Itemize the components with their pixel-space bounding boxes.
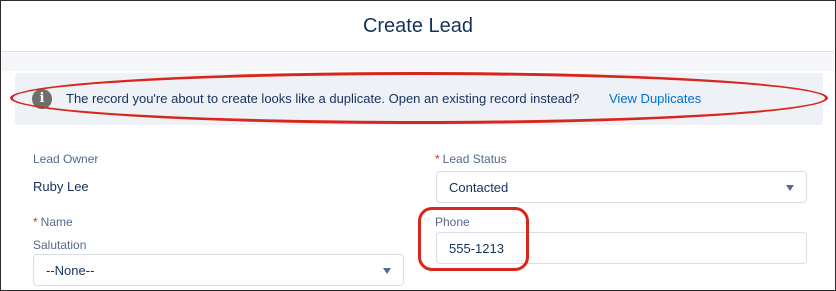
lead-status-label: * Lead Status xyxy=(435,152,507,166)
modal-frame: Create Lead i The record you're about to… xyxy=(0,0,836,291)
modal-title: Create Lead xyxy=(362,15,474,37)
lead-owner-label: Lead Owner xyxy=(33,152,99,166)
lead-status-value: Contacted xyxy=(449,180,509,195)
duplicate-warning-text: The record you're about to create looks … xyxy=(66,91,580,106)
phone-value: 555-1213 xyxy=(449,241,504,256)
lead-status-label-text: Lead Status xyxy=(442,152,507,166)
salutation-select[interactable]: --None-- xyxy=(33,254,404,286)
modal-header: Create Lead xyxy=(2,2,834,52)
chevron-down-icon xyxy=(786,185,794,191)
phone-input[interactable]: 555-1213 xyxy=(436,232,807,264)
required-marker: * xyxy=(435,152,440,166)
chevron-down-icon xyxy=(383,268,391,274)
phone-label: Phone xyxy=(435,215,470,229)
info-icon: i xyxy=(32,89,52,109)
salutation-value: --None-- xyxy=(46,263,95,278)
required-marker: * xyxy=(33,215,38,229)
name-label-text: Name xyxy=(40,215,73,229)
lead-status-select[interactable]: Contacted xyxy=(436,171,807,203)
lead-owner-value: Ruby Lee xyxy=(33,179,89,194)
name-label: * Name xyxy=(33,215,73,229)
salutation-label: Salutation xyxy=(33,238,87,252)
modal-body-top xyxy=(2,53,834,71)
view-duplicates-link[interactable]: View Duplicates xyxy=(609,91,701,106)
